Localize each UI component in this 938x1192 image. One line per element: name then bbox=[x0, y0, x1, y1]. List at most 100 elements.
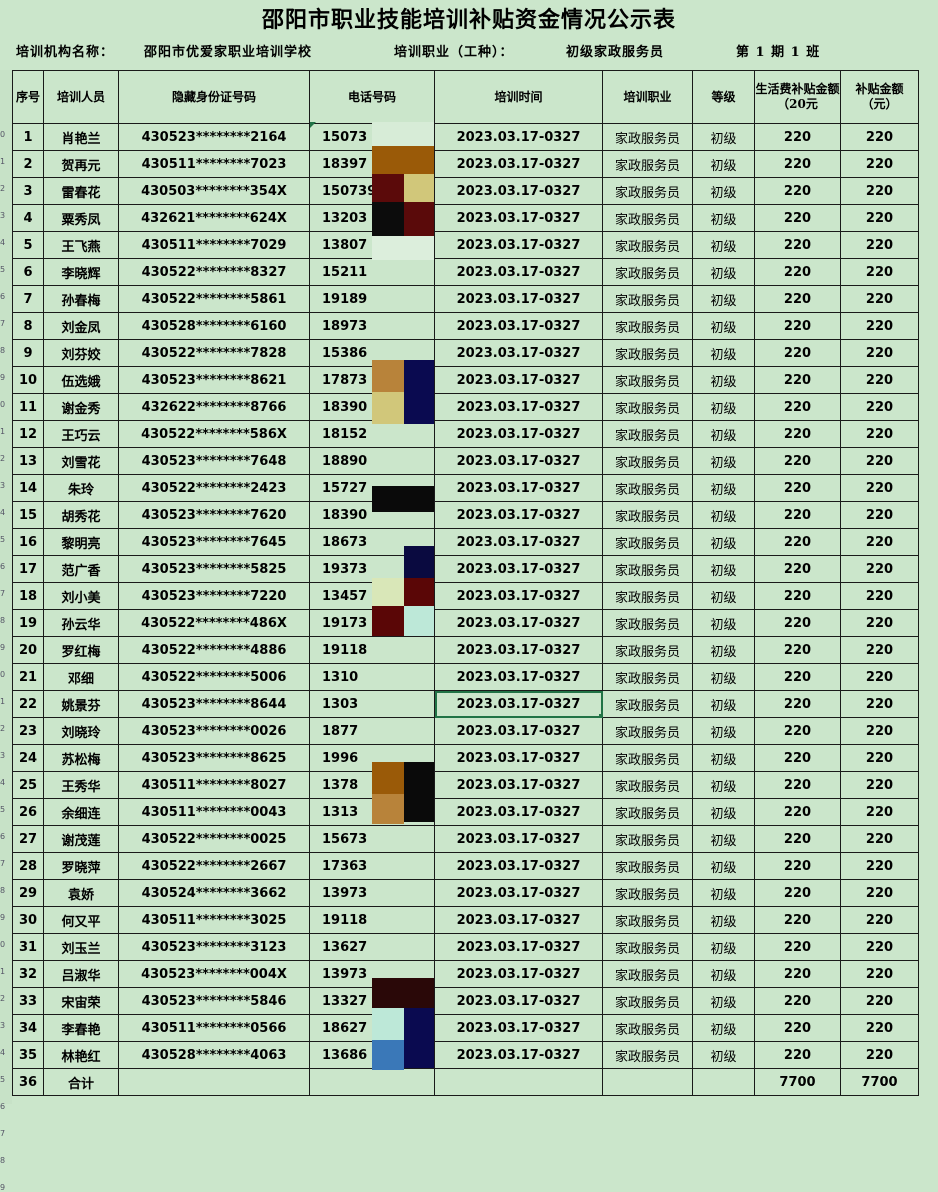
cell-time[interactable]: 2023.03.17-0327 bbox=[434, 717, 603, 745]
cell-name[interactable]: 罗晓萍 bbox=[43, 852, 119, 880]
cell-id[interactable]: 430528********6160 bbox=[118, 312, 310, 340]
cell-living-subsidy[interactable]: 220 bbox=[754, 204, 841, 232]
cell-job[interactable]: 家政服务员 bbox=[602, 258, 693, 286]
cell-level[interactable]: 初级 bbox=[692, 420, 755, 448]
cell-time[interactable]: 2023.03.17-0327 bbox=[434, 258, 603, 286]
cell-name[interactable]: 孙云华 bbox=[43, 609, 119, 637]
cell-job[interactable]: 家政服务员 bbox=[602, 339, 693, 367]
cell-level[interactable]: 初级 bbox=[692, 339, 755, 367]
cell-living-subsidy[interactable]: 220 bbox=[754, 420, 841, 448]
cell-name[interactable]: 刘晓玲 bbox=[43, 717, 119, 745]
cell-no[interactable]: 4 bbox=[12, 204, 44, 232]
cell-name[interactable]: 黎明亮 bbox=[43, 528, 119, 556]
cell-phone[interactable]: 19118 bbox=[309, 906, 435, 934]
cell-no[interactable]: 2 bbox=[12, 150, 44, 178]
cell-phone[interactable]: 19118 bbox=[309, 636, 435, 664]
cell-name[interactable]: 宋宙荣 bbox=[43, 987, 119, 1015]
cell-id[interactable]: 430523********7648 bbox=[118, 447, 310, 475]
cell-time[interactable]: 2023.03.17-0327 bbox=[434, 447, 603, 475]
cell-id[interactable]: 430503********354X bbox=[118, 177, 310, 205]
cell-job[interactable]: 家政服务员 bbox=[602, 1041, 693, 1069]
cell-time[interactable]: 2023.03.17-0327 bbox=[434, 960, 603, 988]
cell-id[interactable]: 430523********7645 bbox=[118, 528, 310, 556]
cell-id[interactable]: 430524********3662 bbox=[118, 879, 310, 907]
header-job[interactable]: 培训职业 bbox=[602, 70, 693, 124]
header-level[interactable]: 等级 bbox=[692, 70, 755, 124]
cell-level[interactable]: 初级 bbox=[692, 690, 755, 718]
cell-level[interactable]: 初级 bbox=[692, 1014, 755, 1042]
cell-id[interactable]: 430523********7620 bbox=[118, 501, 310, 529]
cell-level[interactable]: 初级 bbox=[692, 501, 755, 529]
cell-job[interactable]: 家政服务员 bbox=[602, 447, 693, 475]
cell-living-subsidy[interactable]: 220 bbox=[754, 366, 841, 394]
cell-no[interactable]: 30 bbox=[12, 906, 44, 934]
cell-no[interactable]: 7 bbox=[12, 285, 44, 313]
cell-no[interactable]: 1 bbox=[12, 123, 44, 151]
cell-level[interactable]: 初级 bbox=[692, 366, 755, 394]
cell-job[interactable]: 家政服务员 bbox=[602, 987, 693, 1015]
cell-time[interactable]: 2023.03.17-0327 bbox=[434, 555, 603, 583]
cell-time[interactable]: 2023.03.17-0327 bbox=[434, 1041, 603, 1069]
cell-job[interactable]: 家政服务员 bbox=[602, 393, 693, 421]
cell-level[interactable]: 初级 bbox=[692, 258, 755, 286]
cell-subsidy[interactable]: 220 bbox=[840, 420, 919, 448]
cell-living-subsidy[interactable]: 220 bbox=[754, 1014, 841, 1042]
cell-job[interactable]: 家政服务员 bbox=[602, 150, 693, 178]
cell-subsidy[interactable]: 220 bbox=[840, 609, 919, 637]
cell-empty[interactable] bbox=[118, 1068, 310, 1096]
cell-id[interactable]: 430522********5006 bbox=[118, 663, 310, 691]
header-time[interactable]: 培训时间 bbox=[434, 70, 603, 124]
cell-id[interactable]: 430522********586X bbox=[118, 420, 310, 448]
cell-time[interactable]: 2023.03.17-0327 bbox=[434, 312, 603, 340]
cell-subsidy[interactable]: 220 bbox=[840, 258, 919, 286]
cell-no[interactable]: 18 bbox=[12, 582, 44, 610]
cell-id[interactable]: 430511********8027 bbox=[118, 771, 310, 799]
cell-living-subsidy[interactable]: 220 bbox=[754, 258, 841, 286]
cell-name[interactable]: 朱玲 bbox=[43, 474, 119, 502]
cell-living-subsidy[interactable]: 220 bbox=[754, 825, 841, 853]
cell-id[interactable]: 430523********8625 bbox=[118, 744, 310, 772]
cell-subsidy[interactable]: 220 bbox=[840, 123, 919, 151]
cell-job[interactable]: 家政服务员 bbox=[602, 177, 693, 205]
cell-living-subsidy[interactable]: 220 bbox=[754, 771, 841, 799]
cell-subsidy[interactable]: 220 bbox=[840, 717, 919, 745]
cell-time[interactable]: 2023.03.17-0327 bbox=[434, 339, 603, 367]
cell-living-subsidy[interactable]: 220 bbox=[754, 798, 841, 826]
cell-name[interactable]: 王飞燕 bbox=[43, 231, 119, 259]
total-subsidy[interactable]: 7700 bbox=[840, 1068, 919, 1096]
cell-job[interactable]: 家政服务员 bbox=[602, 852, 693, 880]
cell-job[interactable]: 家政服务员 bbox=[602, 744, 693, 772]
cell-subsidy[interactable]: 220 bbox=[840, 933, 919, 961]
cell-name[interactable]: 余细连 bbox=[43, 798, 119, 826]
cell-job[interactable]: 家政服务员 bbox=[602, 663, 693, 691]
cell-time[interactable]: 2023.03.17-0327 bbox=[434, 474, 603, 502]
cell-no[interactable]: 32 bbox=[12, 960, 44, 988]
cell-subsidy[interactable]: 220 bbox=[840, 204, 919, 232]
cell-time[interactable]: 2023.03.17-0327 bbox=[434, 1014, 603, 1042]
cell-name[interactable]: 王巧云 bbox=[43, 420, 119, 448]
cell-no[interactable]: 35 bbox=[12, 1041, 44, 1069]
cell-id[interactable]: 432622********8766 bbox=[118, 393, 310, 421]
cell-subsidy[interactable]: 220 bbox=[840, 636, 919, 664]
cell-name[interactable]: 刘小美 bbox=[43, 582, 119, 610]
cell-no[interactable]: 10 bbox=[12, 366, 44, 394]
cell-living-subsidy[interactable]: 220 bbox=[754, 636, 841, 664]
cell-subsidy[interactable]: 220 bbox=[840, 231, 919, 259]
cell-id[interactable]: 430522********5861 bbox=[118, 285, 310, 313]
cell-id[interactable]: 430511********0043 bbox=[118, 798, 310, 826]
cell-level[interactable]: 初级 bbox=[692, 906, 755, 934]
cell-job[interactable]: 家政服务员 bbox=[602, 204, 693, 232]
cell-living-subsidy[interactable]: 220 bbox=[754, 879, 841, 907]
cell-living-subsidy[interactable]: 220 bbox=[754, 609, 841, 637]
cell-time[interactable]: 2023.03.17-0327 bbox=[434, 501, 603, 529]
cell-name[interactable]: 何又平 bbox=[43, 906, 119, 934]
cell-living-subsidy[interactable]: 220 bbox=[754, 339, 841, 367]
cell-name[interactable]: 谢金秀 bbox=[43, 393, 119, 421]
cell-id[interactable]: 430523********3123 bbox=[118, 933, 310, 961]
cell-no[interactable]: 17 bbox=[12, 555, 44, 583]
cell-living-subsidy[interactable]: 220 bbox=[754, 1041, 841, 1069]
cell-id[interactable]: 430528********4063 bbox=[118, 1041, 310, 1069]
cell-job[interactable]: 家政服务员 bbox=[602, 825, 693, 853]
cell-name[interactable]: 贺再元 bbox=[43, 150, 119, 178]
cell-time[interactable]: 2023.03.17-0327 bbox=[434, 177, 603, 205]
